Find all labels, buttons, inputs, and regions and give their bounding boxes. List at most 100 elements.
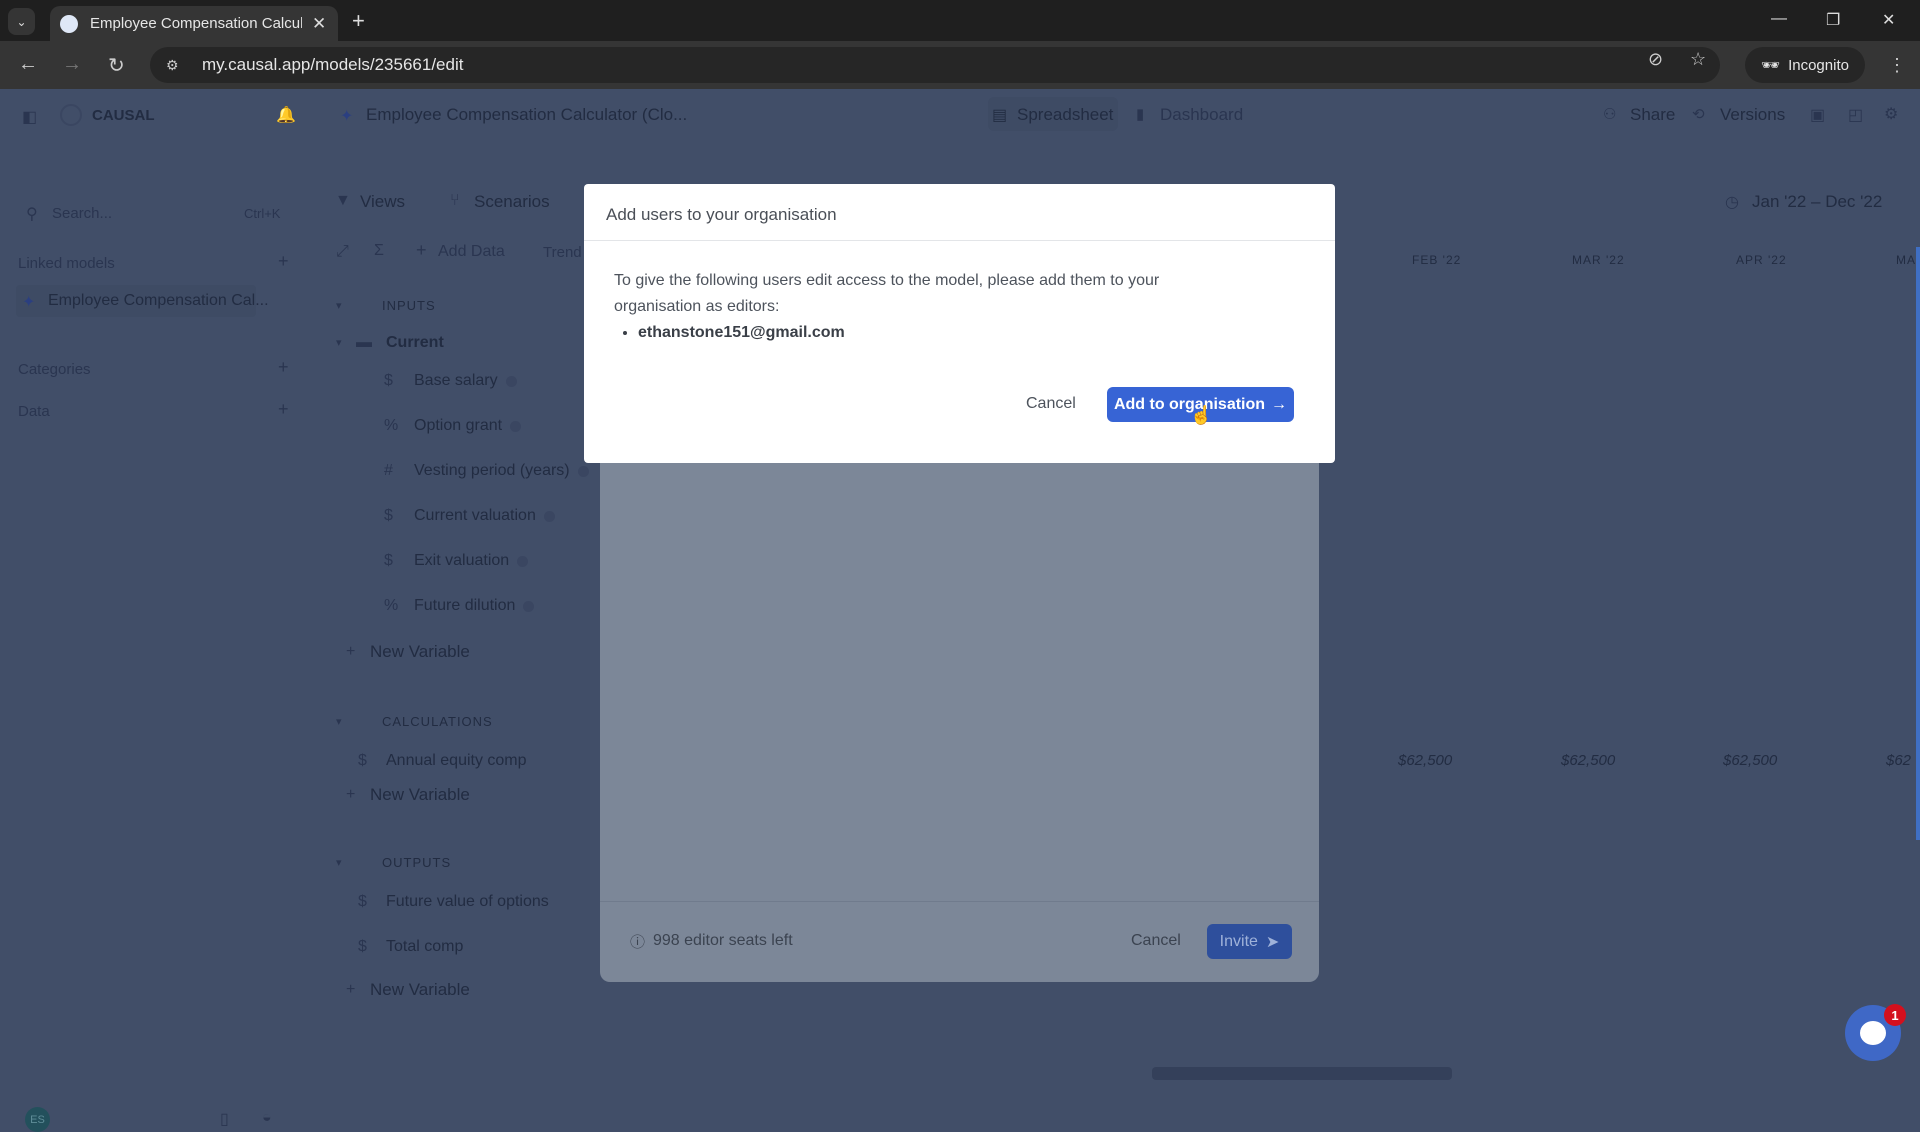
date-range-picker[interactable]: Jan '22 – Dec '22 — [1752, 192, 1882, 212]
settings-gear-icon[interactable]: ⚙ — [1884, 104, 1898, 124]
cell-value[interactable]: $62,500 — [1561, 752, 1615, 769]
back-icon[interactable]: ← — [18, 53, 38, 76]
add-category-icon[interactable]: + — [278, 357, 289, 378]
restore-icon[interactable]: ❐ — [1826, 10, 1840, 30]
add-linked-model-icon[interactable]: + — [278, 251, 289, 272]
cell-value[interactable]: $62,500 — [1723, 752, 1777, 769]
sum-icon[interactable]: Σ — [374, 242, 384, 260]
variable-row[interactable]: $ Exit valuation — [384, 552, 529, 570]
trend-button[interactable]: Trend — [543, 244, 582, 261]
new-tab-button[interactable]: + — [352, 8, 365, 34]
chat-support-icon[interactable]: ◒ — [262, 1109, 272, 1127]
variable-row[interactable]: $ Current valuation — [384, 507, 555, 525]
browser-tab-strip: ⌄ Employee Compensation Calcul ✕ + — ❐ ✕ — [0, 0, 1920, 41]
expand-icon[interactable]: ⤢ — [336, 243, 349, 261]
tab-dashboard[interactable]: Dashboard — [1160, 105, 1243, 125]
site-info-icon[interactable]: ⚙ — [166, 57, 188, 74]
model-title[interactable]: Employee Compensation Calculator (Clo... — [366, 105, 687, 125]
invite-cancel-button[interactable]: Cancel — [1131, 932, 1181, 950]
forward-icon[interactable]: → — [62, 53, 82, 76]
linked-model-sparkle-icon: ✦ — [22, 294, 36, 311]
linked-model-name[interactable]: Employee Compensation Cal... — [48, 292, 269, 310]
month-header: MAR '22 — [1572, 253, 1625, 267]
dialog-message: To give the following users edit access … — [614, 272, 1160, 315]
add-data-icon[interactable]: + — [278, 399, 289, 420]
variable-row[interactable]: $ Future value of options — [358, 893, 549, 911]
dialog-cancel-button[interactable]: Cancel — [1026, 395, 1076, 413]
new-variable-button[interactable]: + New Variable — [346, 785, 470, 805]
views-dropdown[interactable]: Views — [360, 192, 405, 212]
share-button[interactable]: Share — [1630, 105, 1675, 125]
browser-tab[interactable]: Employee Compensation Calcul ✕ — [50, 6, 338, 41]
horizontal-scrollbar[interactable] — [1152, 1067, 1452, 1080]
cell-value[interactable]: $62 — [1886, 752, 1911, 769]
incognito-badge[interactable]: 🕶 Incognito — [1745, 47, 1865, 83]
email-list-item: ethanstone151@gmail.com — [638, 320, 1305, 346]
vertical-scrollbar[interactable] — [1916, 247, 1920, 840]
variable-row[interactable]: $ Total comp — [358, 938, 463, 956]
variable-name: Base salary — [414, 372, 498, 389]
search-icon: ⚲ — [26, 206, 38, 223]
eye-off-icon[interactable]: ⊘ — [1648, 49, 1663, 70]
collapse-calculations-icon[interactable]: ▾ — [336, 715, 342, 728]
currency-icon: $ — [384, 507, 393, 524]
panel-icon[interactable]: ▣ — [1810, 105, 1825, 125]
close-tab-icon[interactable]: ✕ — [312, 14, 326, 34]
close-window-icon[interactable]: ✕ — [1882, 10, 1895, 30]
comments-icon[interactable]: ◰ — [1848, 105, 1863, 125]
collapse-outputs-icon[interactable]: ▾ — [336, 856, 342, 869]
new-variable-button[interactable]: + New Variable — [346, 980, 470, 1000]
variable-row[interactable]: # Vesting period (years) — [384, 462, 589, 480]
currency-icon: $ — [358, 938, 367, 955]
variable-row[interactable]: % Future dilution — [384, 597, 535, 615]
sidebar-toggle-icon[interactable]: ◧ — [22, 107, 37, 127]
number-icon: # — [384, 462, 393, 479]
month-header: MA — [1896, 253, 1916, 267]
variable-row[interactable]: $ Annual equity comp — [358, 752, 527, 770]
section-inputs[interactable]: INPUTS — [382, 298, 436, 313]
invite-label: Invite — [1219, 932, 1258, 950]
currency-icon: $ — [384, 372, 393, 389]
cell-value[interactable]: $62,500 — [1398, 752, 1452, 769]
versions-button[interactable]: Versions — [1720, 105, 1785, 125]
section-calculations[interactable]: CALCULATIONS — [382, 714, 493, 729]
new-variable-label: New Variable — [370, 980, 470, 999]
data-label: Data — [18, 403, 50, 420]
variable-name: Future value of options — [386, 893, 549, 910]
minimize-icon[interactable]: — — [1771, 10, 1787, 28]
section-outputs[interactable]: OUTPUTS — [382, 855, 451, 870]
tab-spreadsheet-label: Spreadsheet — [1017, 105, 1114, 124]
add-data-button[interactable]: Add Data — [438, 243, 505, 261]
reload-icon[interactable]: ↻ — [108, 53, 125, 78]
variable-name: Vesting period (years) — [414, 462, 570, 479]
new-variable-button[interactable]: + New Variable — [346, 642, 470, 662]
url-text[interactable]: my.causal.app/models/235661/edit — [202, 55, 463, 75]
user-avatar[interactable]: ES — [25, 1107, 50, 1132]
notifications-icon[interactable]: 🔔 — [276, 105, 296, 125]
browser-toolbar: ← → ↻ ⚙ my.causal.app/models/235661/edit… — [0, 41, 1920, 89]
group-current[interactable]: Current — [386, 334, 444, 352]
brand-name: CAUSAL — [92, 107, 155, 124]
variable-row[interactable]: $ Base salary — [384, 372, 517, 390]
chat-bubble-icon — [1860, 1021, 1886, 1045]
new-variable-label: New Variable — [370, 785, 470, 804]
star-icon[interactable]: ☆ — [1690, 49, 1706, 70]
invite-button[interactable]: Invite ➤ — [1207, 924, 1292, 959]
chat-unread-badge: 1 — [1884, 1004, 1906, 1026]
variable-row[interactable]: % Option grant — [384, 417, 522, 435]
variable-name: Current valuation — [414, 507, 536, 524]
tab-favicon-icon — [60, 14, 78, 33]
address-bar[interactable]: ⚙ my.causal.app/models/235661/edit — [150, 47, 1720, 83]
tab-search-button[interactable]: ⌄ — [8, 8, 35, 35]
causal-logo-icon — [60, 104, 82, 126]
send-icon: ➤ — [1265, 933, 1280, 951]
currency-icon: $ — [358, 752, 367, 769]
collapse-current-icon[interactable]: ▾ — [336, 336, 342, 349]
scenarios-dropdown[interactable]: Scenarios — [474, 192, 550, 212]
collapse-inputs-icon[interactable]: ▾ — [336, 299, 342, 312]
browser-menu-icon[interactable]: ⋮ — [1888, 55, 1906, 76]
share-icon: ⚇ — [1603, 106, 1617, 123]
search-input[interactable]: Search... — [52, 205, 112, 222]
docs-icon[interactable]: ▯ — [220, 1109, 229, 1129]
dashboard-icon: ▮ — [1136, 106, 1145, 123]
